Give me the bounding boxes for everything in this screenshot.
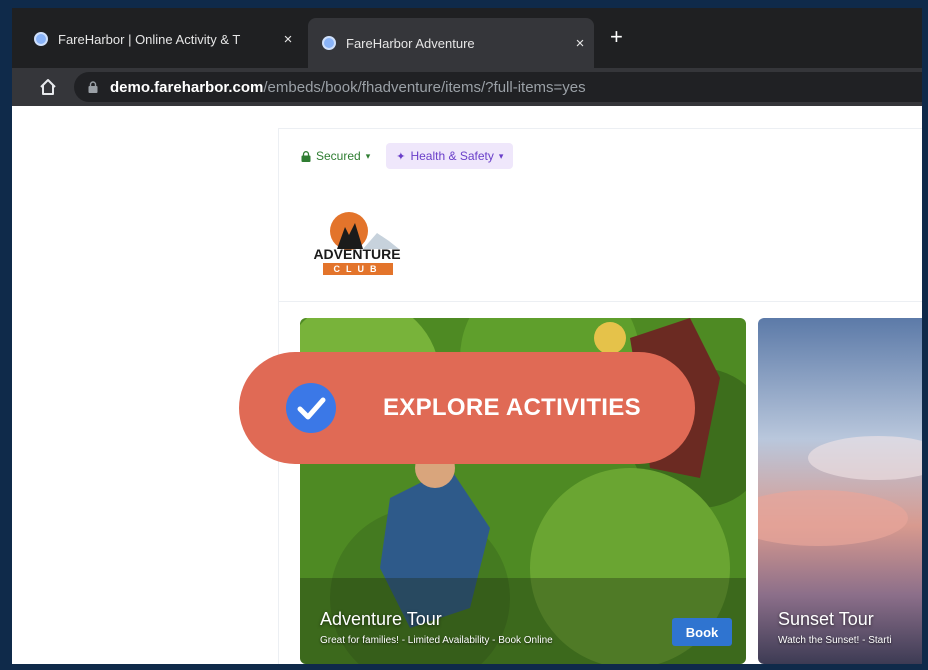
close-tab-icon[interactable]: × xyxy=(566,35,594,52)
item-subtitle: Watch the Sunset! - Starti xyxy=(778,635,892,646)
explore-activities-callout: EXPLORE ACTIVITIES xyxy=(239,352,695,464)
logo-text-adventure: ADVENTURE xyxy=(313,246,400,262)
health-safety-label: Health & Safety xyxy=(410,149,494,163)
callout-label: EXPLORE ACTIVITIES xyxy=(383,394,641,421)
item-subtitle: Great for families! - Limited Availabili… xyxy=(320,635,553,646)
caret-down-icon: ▾ xyxy=(498,150,504,161)
browser-tab-2[interactable]: FareHarbor Adventure × xyxy=(308,18,594,68)
url-bar[interactable]: demo.fareharbor.com /embeds/book/fhadven… xyxy=(74,72,922,102)
address-bar-row: demo.fareharbor.com /embeds/book/fhadven… xyxy=(12,68,922,106)
home-icon[interactable] xyxy=(38,77,58,97)
screenshot-frame: FareHarbor | Online Activity & T × FareH… xyxy=(12,8,922,664)
globe-favicon-icon xyxy=(322,36,336,50)
tab-title: FareHarbor Adventure xyxy=(346,35,475,51)
url-host: demo.fareharbor.com xyxy=(110,78,264,96)
secured-label: Secured xyxy=(316,149,361,163)
book-button[interactable]: Book xyxy=(672,618,732,646)
new-tab-icon[interactable]: + xyxy=(610,26,623,48)
adventure-club-logo: ADVENTURE CLUB xyxy=(313,212,401,275)
check-circle-icon xyxy=(286,383,336,433)
secured-dropdown[interactable]: Secured ▾ xyxy=(301,149,370,163)
browser-tab-bar: FareHarbor | Online Activity & T × FareH… xyxy=(12,8,922,68)
health-safety-dropdown[interactable]: ✦ Health & Safety ▾ xyxy=(386,143,514,169)
sparkle-icon: ✦ xyxy=(396,150,406,163)
globe-favicon-icon xyxy=(34,32,48,46)
tab-title: FareHarbor | Online Activity & T xyxy=(58,31,241,47)
url-path: /embeds/book/fhadventure/items/?full-ite… xyxy=(263,78,586,96)
logo-text-club: CLUB xyxy=(334,264,383,274)
item-card-sunset-tour[interactable]: Sunset Tour Watch the Sunset! - Starti xyxy=(758,318,922,664)
caret-down-icon: ▾ xyxy=(365,150,371,161)
lock-icon xyxy=(301,150,311,162)
header-badges: Secured ▾ ✦ Health & Safety ▾ xyxy=(301,143,514,169)
header-divider xyxy=(279,301,922,302)
item-title: Adventure Tour xyxy=(320,609,442,629)
browser-tab-1[interactable]: FareHarbor | Online Activity & T × xyxy=(20,18,302,60)
lock-icon xyxy=(88,81,98,93)
close-tab-icon[interactable]: × xyxy=(274,31,302,48)
item-title: Sunset Tour xyxy=(778,609,874,629)
